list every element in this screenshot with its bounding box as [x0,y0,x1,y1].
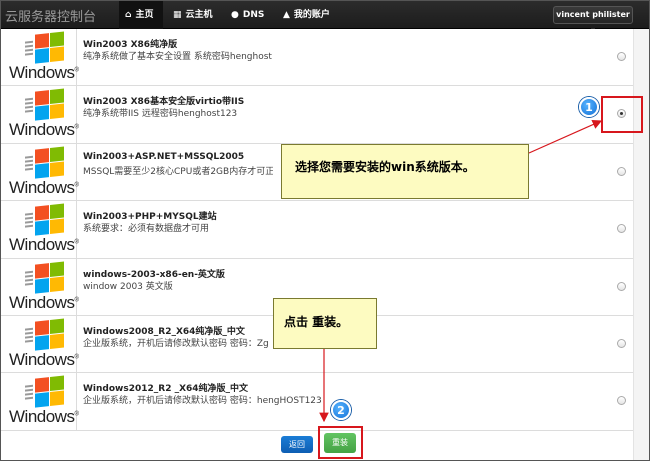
screenshot-frame: 云服务器控制台 ⌂ 主页 ▦ 云主机 ● DNS ▲ 我的账户 vincent phil… [0,0,650,461]
windows-wordmark: Windows® [9,407,79,427]
os-description: 系统要求：必须有数据盘才可用 [83,224,210,235]
brand-title[interactable]: 云服务器控制台 [5,6,96,25]
cloud-server-icon: ▦ [173,10,182,20]
nav-dns-label: DNS [242,10,265,20]
logo-cell: Windows® [1,86,79,143]
nav-cloud-server-label: 云主机 [185,10,213,20]
windows-wordmark: Windows® [9,120,79,140]
logo-cell: Windows® [1,315,79,373]
os-image-list: Windows® Win2003 X86纯净版 纯净系统做了基本安全设置 系统密码h… [1,29,633,431]
os-description: 企业版系统，开机后请修改默认密码 密码：hengHOST123 [83,396,322,407]
user-menu-button[interactable]: vincent philister ▾ [553,6,633,35]
os-description: 纯净系统带IIS 远程密码henghost123 [83,109,238,120]
os-option-row[interactable]: Windows® Win2003 X86基本安全版virtio带IIS 纯净系统带I… [1,86,633,144]
user-icon: ▲ [283,10,290,20]
os-title: Win2003+ASP.NET+MSSQL2005 [83,151,245,162]
globe-icon: ● [231,10,239,20]
windows-wordmark: Windows® [9,63,79,82]
os-description: MSSQL需要至少2核心CPU或者2GB内存才可正常 [83,166,273,177]
windows-wordmark: Windows® [9,349,79,369]
highlight-reinstall-button [318,426,363,459]
highlight-selected-radio [601,96,643,133]
os-option-row[interactable]: Windows® Windows2012_R2 _X64纯净版_中文 企业版系统，开… [1,373,633,431]
back-button[interactable]: 返回 [281,436,313,453]
windows-logo-icon: Windows® [9,203,79,255]
windows-logo-icon: Windows® [9,88,79,140]
windows-wordmark: Windows® [9,177,79,197]
os-option-row[interactable]: Windows® Win2003 X86纯净版 纯净系统做了基本安全设置 系统密码h… [1,29,633,87]
step-badge-1: 1 [579,97,599,117]
logo-cell: Windows® [1,201,79,258]
os-radio[interactable] [617,396,626,406]
os-radio[interactable] [617,281,626,291]
step-badge-2: 2 [331,400,351,420]
nav-home[interactable]: ⌂ 主页 [119,1,163,29]
os-radio[interactable] [617,338,626,348]
windows-logo-icon: Windows® [9,146,79,198]
nav-my-account-label: 我的账户 [293,10,330,20]
os-radio[interactable] [617,224,626,234]
logo-cell: Windows® [1,373,79,430]
nav-home-label: 主页 [135,10,154,20]
scrollbar[interactable] [633,29,649,460]
nav-my-account[interactable]: ▲ 我的账户 [283,1,330,29]
windows-wordmark: Windows® [9,292,79,312]
top-navbar: 云服务器控制台 ⌂ 主页 ▦ 云主机 ● DNS ▲ 我的账户 vincent phil… [1,1,649,35]
logo-cell: Windows® [1,258,79,315]
nav-cloud-server[interactable]: ▦ 云主机 [173,1,213,29]
os-description: 企业版系统，开机后请修改默认密码 密码：Zg [83,338,269,349]
windows-wordmark: Windows® [9,235,79,255]
windows-logo-icon: Windows® [9,31,79,83]
windows-logo-icon: Windows® [9,261,79,313]
logo-cell: Windows® [1,143,79,201]
windows-logo-icon: Windows® [9,318,79,370]
home-icon: ⌂ [125,10,132,20]
callout-select-os: 选择您需要安装的win系统版本。 [281,144,529,199]
windows-logo-icon: Windows® [9,375,79,427]
logo-cell: Windows® [1,29,79,86]
os-description: 纯净系统做了基本安全设置 系统密码henghost123 [83,52,273,62]
os-radio[interactable] [617,166,626,176]
os-radio[interactable] [617,52,626,61]
callout-click-reinstall: 点击 重装。 [273,298,377,349]
nav-dns[interactable]: ● DNS [231,1,264,29]
os-option-row[interactable]: Windows® Win2003+PHP+MYSQL建站 系统要求：必须有数据盘才可… [1,201,633,259]
os-description: window 2003 英文版 [83,281,173,292]
